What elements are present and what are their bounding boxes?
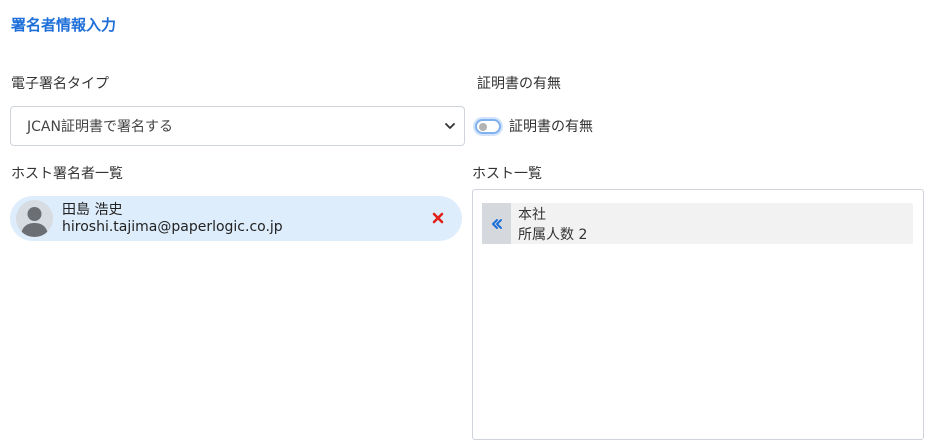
certificate-toggle-label[interactable]: 証明書の有無 — [509, 116, 593, 136]
signature-type-selected: JCAN証明書で署名する — [27, 119, 173, 135]
toggle-knob — [479, 122, 487, 131]
host-member-count: 所属人数 2 — [518, 227, 588, 243]
signature-type-select[interactable]: JCAN証明書で署名する — [10, 106, 465, 146]
add-host-button[interactable] — [482, 203, 511, 244]
signer-info-page: 署名者情報入力 電子署名タイプ JCAN証明書で署名する 証明書の有無 証明書の… — [0, 0, 942, 443]
signature-type-label: 電子署名タイプ — [11, 76, 109, 92]
host-signers-label: ホスト署名者一覧 — [11, 166, 123, 182]
host-name: 本社 — [518, 207, 546, 223]
signer-email: hiroshi.tajima@paperlogic.co.jp — [62, 219, 283, 235]
double-chevron-left-icon — [491, 218, 502, 229]
chevron-down-icon — [445, 123, 455, 129]
section-title: 署名者情報入力 — [11, 16, 117, 34]
host-list: 本社 所属人数 2 — [472, 189, 924, 440]
certificate-toggle-row: 証明書の有無 — [475, 116, 593, 136]
signer-name: 田島 浩史 — [62, 202, 123, 218]
certificate-toggle[interactable] — [475, 118, 501, 134]
hosts-label: ホスト一覧 — [472, 166, 542, 182]
certificate-label: 証明書の有無 — [477, 76, 561, 92]
user-avatar-icon — [16, 200, 53, 237]
host-list-item: 本社 所属人数 2 — [482, 203, 913, 244]
signer-chip: 田島 浩史 hiroshi.tajima@paperlogic.co.jp — [10, 196, 462, 241]
close-icon[interactable] — [431, 211, 445, 225]
